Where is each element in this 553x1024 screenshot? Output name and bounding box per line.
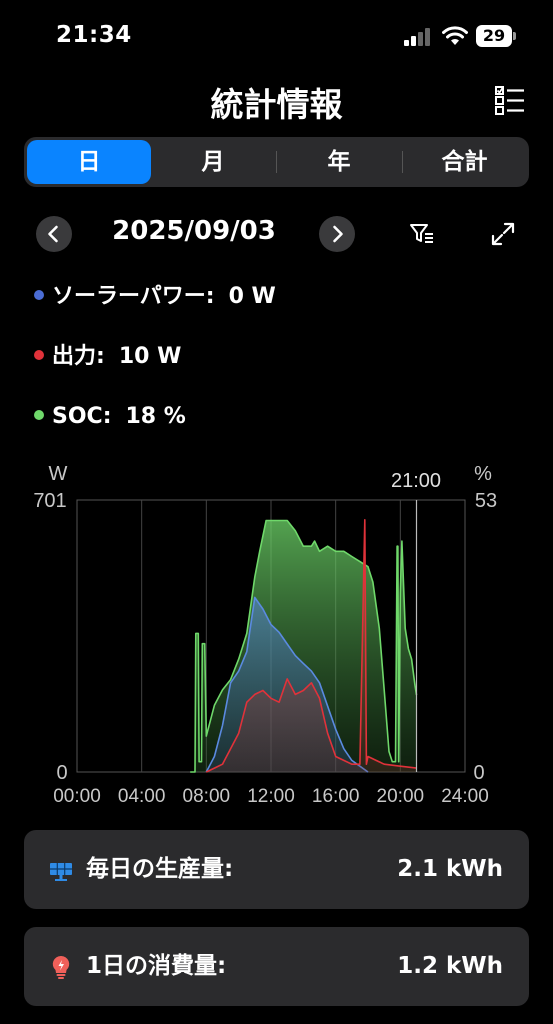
tab-day[interactable]: 日 (27, 140, 151, 184)
status-time: 21:34 (56, 22, 132, 48)
legend-label: ソーラーパワー: (52, 284, 215, 309)
legend-dot (34, 290, 44, 300)
page-title: 統計情報 (210, 85, 343, 124)
left-axis-min: 0 (56, 762, 67, 784)
daily-consumption-label: 1日の消費量: (86, 953, 227, 979)
wifi-icon (442, 26, 468, 45)
legend-solar-power: ソーラーパワー: 0 W (34, 280, 276, 314)
x-tick-label: 12:00 (247, 786, 295, 807)
lightbulb-icon (52, 955, 70, 979)
checklist-icon[interactable] (494, 84, 526, 116)
daily-consumption-card: 1日の消費量: 1.2 kWh (24, 927, 529, 1006)
expand-icon[interactable] (489, 220, 517, 248)
current-date: 2025/09/03 (112, 216, 276, 246)
daily-production-label: 毎日の生産量: (86, 856, 234, 882)
battery-level: 29 (476, 25, 512, 47)
legend-output: 出力: 10 W (34, 340, 181, 374)
chevron-left-icon (48, 225, 58, 243)
previous-day-button[interactable] (36, 216, 72, 252)
x-tick-label: 24:00 (441, 786, 489, 807)
chart-svg: 00:00 04:00 08:00 12:00 16:00 20:00 24:00 W % … (33, 463, 497, 807)
tab-year[interactable]: 年 (277, 140, 401, 184)
tab-total[interactable]: 合計 (403, 140, 526, 184)
cellular-signal-icon (404, 28, 434, 46)
left-axis-max: 701 (33, 490, 66, 512)
right-axis-min: 0 (473, 762, 484, 784)
filter-icon[interactable] (408, 220, 436, 248)
left-axis-unit: W (49, 463, 68, 485)
period-segmented-control: 日 月 年 合計 (24, 137, 529, 187)
daily-production-value: 2.1 kWh (397, 856, 503, 882)
right-axis-unit: % (474, 463, 492, 485)
chevron-right-icon (333, 225, 343, 243)
status-bar: 21:34 29 (0, 0, 553, 70)
daily-power-chart[interactable]: 00:00 04:00 08:00 12:00 16:00 20:00 24:00 W % … (0, 450, 553, 810)
legend-value: 18 % (125, 404, 186, 429)
x-tick-label: 04:00 (118, 786, 166, 807)
battery-icon: 29 (476, 25, 516, 47)
legend-dot (34, 410, 44, 420)
legend-dot (34, 350, 44, 360)
legend-value: 10 W (118, 344, 182, 369)
x-tick-label: 20:00 (377, 786, 425, 807)
x-tick-label: 16:00 (312, 786, 360, 807)
cursor-time-label: 21:00 (391, 470, 441, 492)
right-axis-max: 53 (475, 490, 497, 512)
x-tick-label: 08:00 (183, 786, 231, 807)
legend-soc: SOC: 18 % (34, 400, 186, 434)
solar-panel-icon (50, 863, 72, 881)
legend-label: SOC: (52, 404, 112, 429)
legend-label: 出力: (52, 344, 105, 369)
next-day-button[interactable] (319, 216, 355, 252)
daily-production-card: 毎日の生産量: 2.1 kWh (24, 830, 529, 909)
x-tick-label: 00:00 (53, 786, 101, 807)
tab-month[interactable]: 月 (151, 140, 275, 184)
legend-value: 0 W (228, 284, 276, 309)
daily-consumption-value: 1.2 kWh (397, 953, 503, 979)
